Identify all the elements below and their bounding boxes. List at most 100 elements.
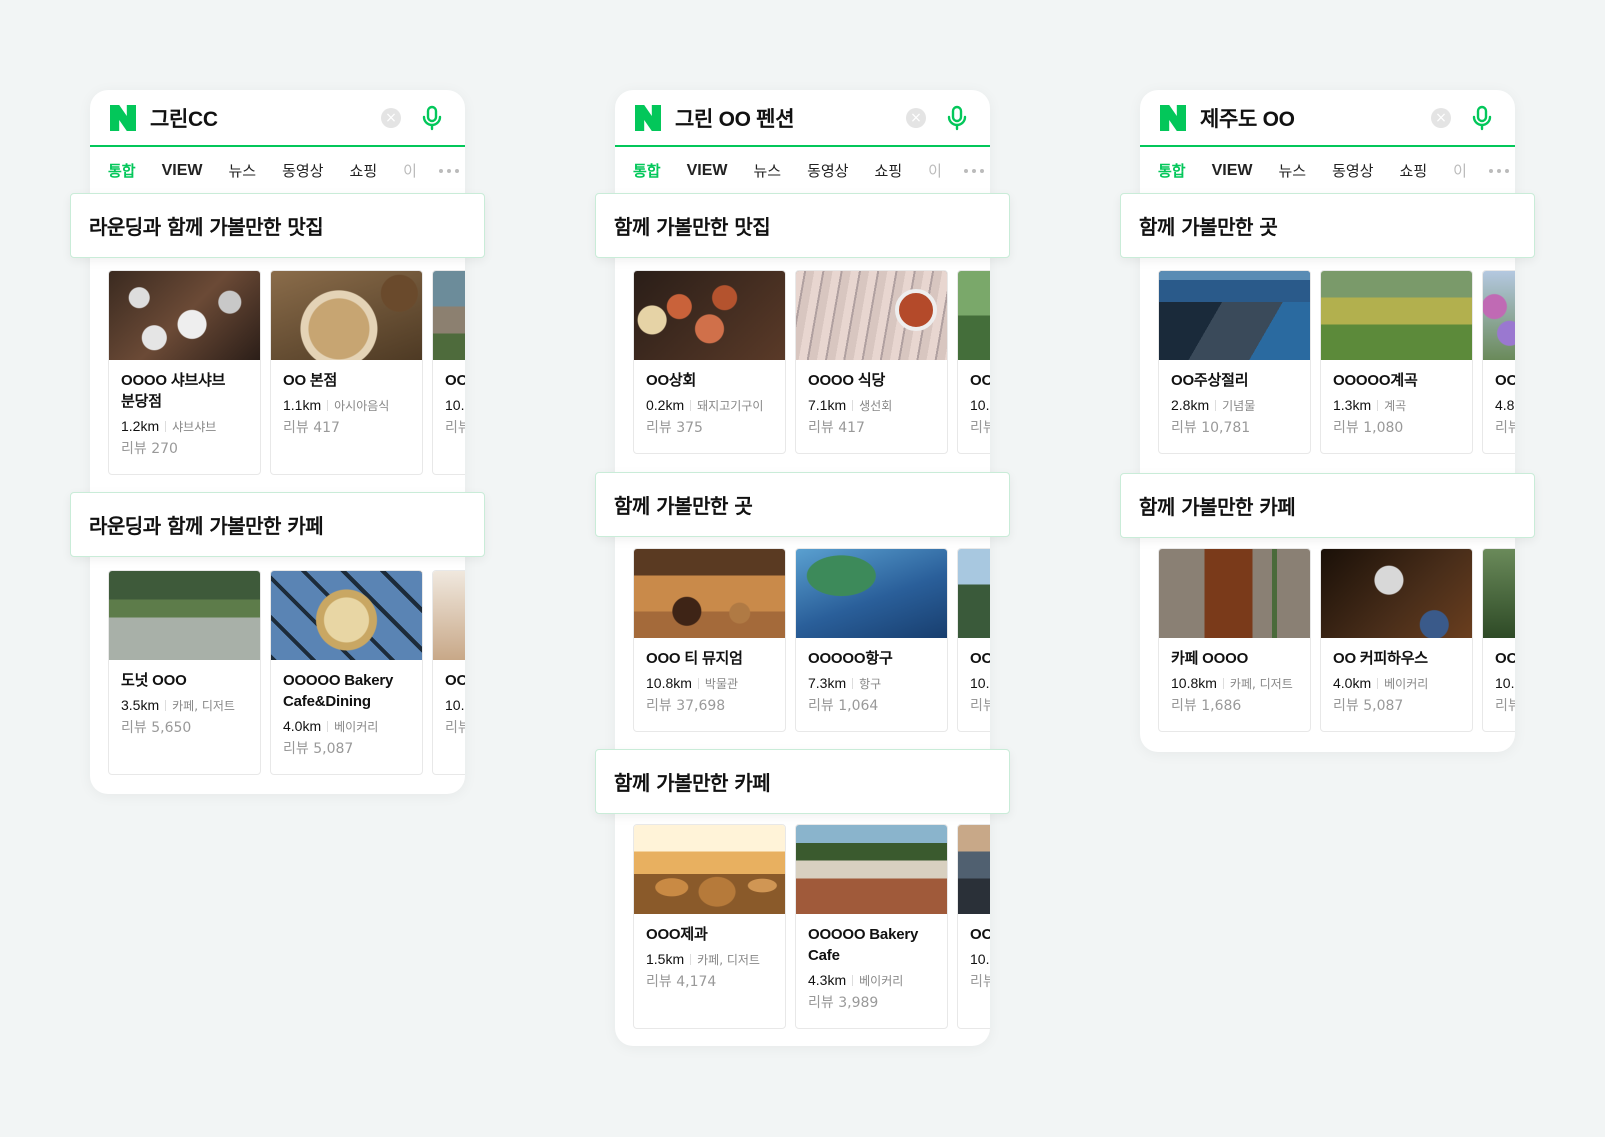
place-thumbnail[interactable] — [958, 825, 990, 914]
place-card[interactable]: OO주상절리 2.8km 기념물 리뷰 10,781 — [1158, 270, 1311, 454]
place-card[interactable]: OO 본점 1.1km 아시아음식 리뷰 417 — [270, 270, 423, 475]
place-name[interactable]: OO주상절리 — [1171, 370, 1298, 391]
place-name[interactable]: 카페 OOOO — [1171, 648, 1298, 669]
place-thumbnail[interactable] — [1483, 549, 1515, 638]
place-name[interactable]: OO 본점 — [283, 370, 410, 391]
place-thumbnail[interactable] — [1159, 271, 1310, 360]
place-thumbnail[interactable] — [1321, 271, 1472, 360]
tab-view[interactable]: VIEW — [1212, 162, 1253, 180]
place-card[interactable]: OOOOO계곡 1.3km 계곡 리뷰 1,080 — [1320, 270, 1473, 454]
tab-shopping[interactable]: 쇼핑 — [350, 160, 378, 181]
more-dots-icon[interactable] — [438, 168, 459, 173]
clear-icon[interactable]: × — [1431, 107, 1451, 128]
search-query[interactable]: 그린 OO 펜션 — [675, 103, 906, 133]
place-thumbnail[interactable] — [634, 825, 785, 914]
place-name[interactable]: OOOOO Bakery Cafe&Dining — [283, 670, 410, 712]
search-query[interactable]: 그린CC — [150, 103, 381, 133]
place-card[interactable]: OOOOO항구 7.3km 항구 리뷰 1,064 — [795, 548, 948, 732]
search-query[interactable]: 제주도 OO — [1200, 103, 1431, 133]
naver-logo-icon[interactable] — [635, 104, 661, 131]
place-thumbnail[interactable] — [1483, 271, 1515, 360]
place-card-partial[interactable]: OO 4.8 리뷰 — [1482, 270, 1515, 454]
place-name[interactable]: 도넛 OOO — [121, 670, 248, 691]
place-card-partial[interactable]: OO 10.! 리뷰 — [957, 548, 990, 732]
tab-shopping[interactable]: 쇼핑 — [1400, 160, 1428, 181]
place-thumbnail[interactable] — [433, 571, 465, 660]
place-name[interactable]: OO — [445, 370, 465, 391]
place-name[interactable]: OOO제과 — [646, 924, 773, 945]
place-name[interactable]: OO — [1495, 370, 1515, 391]
place-thumbnail[interactable] — [109, 571, 260, 660]
place-card[interactable]: OO 커피하우스 4.0km 베이커리 리뷰 5,087 — [1320, 548, 1473, 732]
place-card-partial[interactable]: OO 10.! 리뷰 — [432, 570, 465, 775]
tab-integrated[interactable]: 통합 — [633, 160, 661, 181]
place-name[interactable]: OO — [1495, 648, 1515, 669]
place-card-partial[interactable]: OO 10.! 리뷰 — [957, 270, 990, 454]
place-name[interactable]: OOOO 샤브샤브 분당점 — [121, 370, 248, 412]
place-card-partial[interactable]: OO 10.! 리뷰 — [432, 270, 465, 475]
place-card[interactable]: OOO 티 뮤지엄 10.8km 박물관 리뷰 37,698 — [633, 548, 786, 732]
tab-video[interactable]: 동영상 — [1332, 160, 1373, 181]
place-thumbnail[interactable] — [796, 271, 947, 360]
place-card[interactable]: OOOOO Bakery Cafe&Dining 4.0km 베이커리 리뷰 5,… — [270, 570, 423, 775]
place-thumbnail[interactable] — [1159, 549, 1310, 638]
search-bar[interactable]: 그린CC × — [90, 90, 465, 147]
place-thumbnail[interactable] — [796, 549, 947, 638]
tab-view[interactable]: VIEW — [687, 162, 728, 180]
search-bar[interactable]: 그린 OO 펜션 × — [615, 90, 990, 147]
place-card[interactable]: OOOO 식당 7.1km 생선회 리뷰 417 — [795, 270, 948, 454]
place-name[interactable]: OOO 티 뮤지엄 — [646, 648, 773, 669]
place-card[interactable]: OOO제과 1.5km 카페, 디저트 리뷰 4,174 — [633, 824, 786, 1029]
place-thumbnail[interactable] — [1321, 549, 1472, 638]
tab-video[interactable]: 동영상 — [807, 160, 848, 181]
place-name[interactable]: OO 커피하우스 — [1333, 648, 1460, 669]
place-thumbnail[interactable] — [271, 571, 422, 660]
tab-image-partial[interactable]: 이 — [928, 160, 942, 181]
place-thumbnail[interactable] — [958, 549, 990, 638]
more-dots-icon[interactable] — [963, 168, 984, 173]
naver-logo-icon[interactable] — [110, 104, 136, 131]
place-card[interactable]: OO상회 0.2km 돼지고기구이 리뷰 375 — [633, 270, 786, 454]
more-dots-icon[interactable] — [1488, 168, 1509, 173]
tab-view[interactable]: VIEW — [162, 162, 203, 180]
clear-icon[interactable]: × — [381, 107, 401, 128]
tab-video[interactable]: 동영상 — [282, 160, 323, 181]
place-thumbnail[interactable] — [958, 271, 990, 360]
place-name[interactable]: OOOO 식당 — [808, 370, 935, 391]
place-name[interactable]: OO상회 — [646, 370, 773, 391]
tab-news[interactable]: 뉴스 — [229, 160, 257, 181]
place-name[interactable]: OO — [970, 924, 990, 945]
place-meta: 4.8 — [1495, 394, 1515, 417]
tab-image-partial[interactable]: 이 — [403, 160, 417, 181]
clear-icon[interactable]: × — [906, 107, 926, 128]
mic-icon[interactable] — [944, 105, 970, 131]
place-thumbnail[interactable] — [634, 549, 785, 638]
place-card[interactable]: 도넛 OOO 3.5km 카페, 디저트 리뷰 5,650 — [108, 570, 261, 775]
place-card-partial[interactable]: OO 10.! 리뷰 — [1482, 548, 1515, 732]
place-thumbnail[interactable] — [433, 271, 465, 360]
place-card[interactable]: OOOO 샤브샤브 분당점 1.2km 샤브샤브 리뷰 270 — [108, 270, 261, 475]
search-bar[interactable]: 제주도 OO × — [1140, 90, 1515, 147]
place-thumbnail[interactable] — [109, 271, 260, 360]
mic-icon[interactable] — [419, 105, 445, 131]
tab-news[interactable]: 뉴스 — [1279, 160, 1307, 181]
tab-integrated[interactable]: 통합 — [108, 160, 136, 181]
tab-news[interactable]: 뉴스 — [754, 160, 782, 181]
place-name[interactable]: OOOOO계곡 — [1333, 370, 1460, 391]
tab-integrated[interactable]: 통합 — [1158, 160, 1186, 181]
place-card[interactable]: 카페 OOOO 10.8km 카페, 디저트 리뷰 1,686 — [1158, 548, 1311, 732]
place-name[interactable]: OOOOO Bakery Cafe — [808, 924, 935, 966]
place-name[interactable]: OO — [445, 670, 465, 691]
place-card[interactable]: OOOOO Bakery Cafe 4.3km 베이커리 리뷰 3,989 — [795, 824, 948, 1029]
tab-image-partial[interactable]: 이 — [1453, 160, 1467, 181]
place-name[interactable]: OOOOO항구 — [808, 648, 935, 669]
place-card-partial[interactable]: OO 10.! 리뷰 — [957, 824, 990, 1029]
naver-logo-icon[interactable] — [1160, 104, 1186, 131]
tab-shopping[interactable]: 쇼핑 — [875, 160, 903, 181]
place-thumbnail[interactable] — [796, 825, 947, 914]
mic-icon[interactable] — [1469, 105, 1495, 131]
place-name[interactable]: OO — [970, 370, 990, 391]
place-thumbnail[interactable] — [634, 271, 785, 360]
place-thumbnail[interactable] — [271, 271, 422, 360]
place-name[interactable]: OO — [970, 648, 990, 669]
